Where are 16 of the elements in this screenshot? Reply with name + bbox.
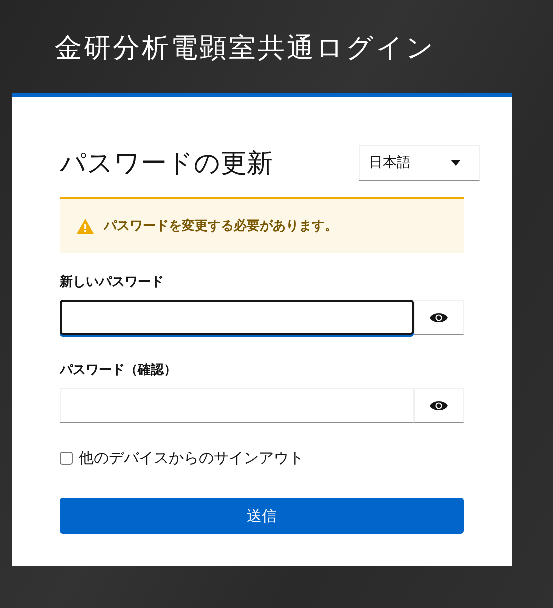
field-label: 新しいパスワード bbox=[60, 274, 165, 291]
eye-icon bbox=[430, 312, 448, 324]
eye-icon bbox=[430, 400, 448, 412]
show-password-button[interactable] bbox=[414, 388, 464, 423]
page-title: 金研分析電顕室共通ログイン bbox=[55, 32, 437, 66]
show-password-button[interactable] bbox=[414, 300, 464, 335]
alert-message: パスワードを変更する必要があります。 bbox=[104, 218, 338, 235]
password-field[interactable] bbox=[60, 300, 414, 335]
form-heading: パスワードの更新 bbox=[60, 148, 273, 180]
checkbox[interactable] bbox=[60, 452, 73, 465]
field-label: パスワード（確認） bbox=[60, 362, 178, 379]
checkbox-label: 他のデバイスからのサインアウト bbox=[79, 449, 304, 468]
caret-icon bbox=[451, 160, 461, 166]
language-dropdown[interactable]: 日本語 bbox=[359, 145, 480, 181]
submit-button[interactable]: 送信 bbox=[60, 498, 464, 534]
warning-icon bbox=[77, 218, 94, 234]
